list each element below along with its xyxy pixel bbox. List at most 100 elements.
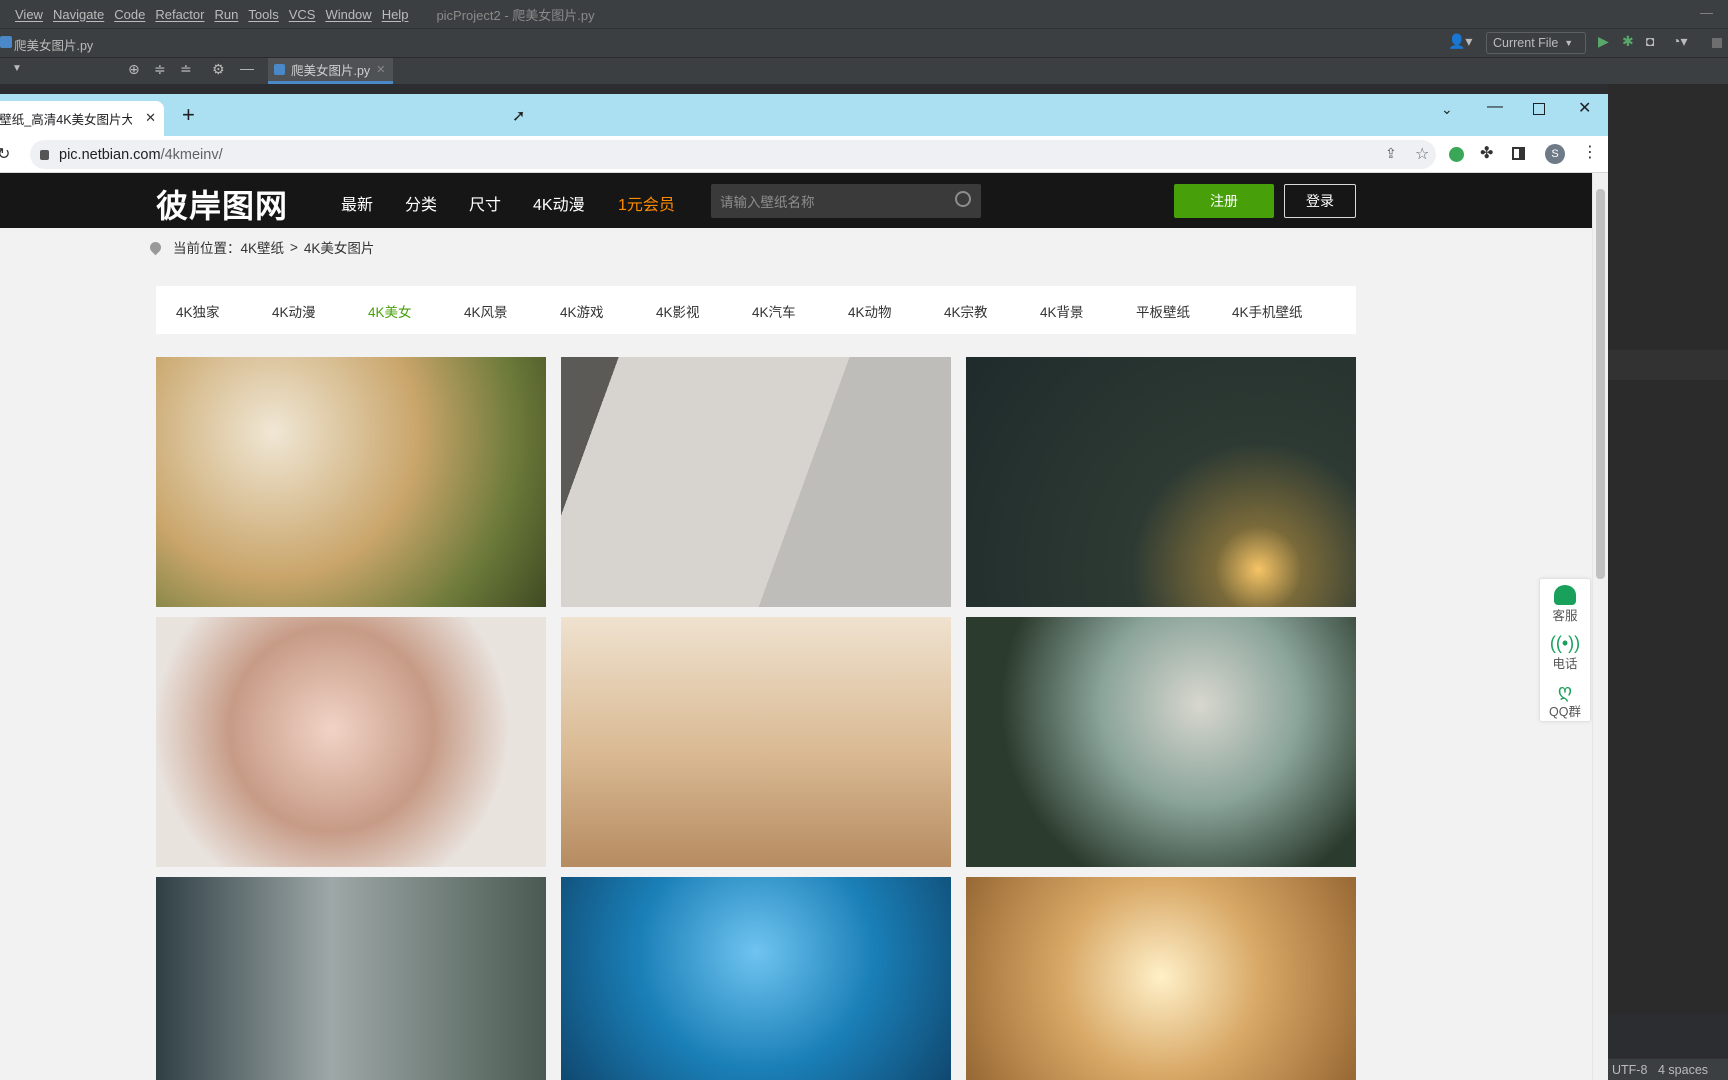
category-item-active[interactable]: 4K美女 (368, 301, 412, 321)
search-icon[interactable] (955, 191, 971, 207)
float-item-label: QQ群 (1549, 705, 1581, 719)
menu-run[interactable]: Run (214, 7, 238, 22)
category-item[interactable]: 4K影视 (656, 301, 700, 321)
category-item[interactable]: 平板壁纸 (1136, 301, 1190, 321)
profile-icon[interactable]: ◔▾ (1672, 33, 1687, 50)
run-icon[interactable]: ▶ (1598, 33, 1609, 50)
browser-tab[interactable]: 4K壁纸_高清4K美女图片大全 ✕ (0, 101, 164, 136)
category-item[interactable]: 4K独家 (176, 301, 220, 321)
run-config-dropdown[interactable]: Current File ▼ (1486, 32, 1586, 54)
wallpaper-thumbnail[interactable] (966, 617, 1356, 867)
python-file-icon (0, 36, 12, 48)
browser-window: 4K壁纸_高清4K美女图片大全 ✕ + ⌄ — ✕ ➚ ↻ pic.netbia… (0, 94, 1608, 1080)
status-indent[interactable]: 4 spaces (1658, 1063, 1708, 1077)
locate-icon[interactable]: ⊕ (128, 61, 140, 78)
search-placeholder: 请输入壁纸名称 (720, 195, 815, 210)
wallpaper-thumbnail[interactable] (561, 617, 951, 867)
search-input[interactable]: 请输入壁纸名称 (711, 184, 981, 218)
extension-green-icon[interactable] (1449, 147, 1464, 162)
wallpaper-thumbnail[interactable] (966, 357, 1356, 607)
collapse-all-icon[interactable]: ≐ (180, 61, 192, 78)
ide-minimize-icon[interactable]: — (1700, 5, 1713, 20)
ide-breadcrumb[interactable]: 爬美女图片.py (14, 35, 93, 54)
chevron-down-icon: ▼ (1564, 38, 1574, 48)
menu-help[interactable]: Help (382, 7, 409, 22)
nav-size[interactable]: 尺寸 (469, 191, 501, 215)
scrollbar-thumb[interactable] (1596, 189, 1605, 579)
editor-highlight-band (1608, 350, 1728, 380)
breadcrumb-separator: > (290, 239, 298, 255)
menu-navigate[interactable]: Navigate (53, 7, 104, 22)
category-item[interactable]: 4K手机壁纸 (1232, 301, 1303, 321)
menu-tools[interactable]: Tools (248, 7, 278, 22)
nav-category[interactable]: 分类 (405, 191, 437, 215)
menu-window[interactable]: Window (325, 7, 371, 22)
ide-editor-tab[interactable]: 爬美女图片.py ✕ (268, 58, 394, 84)
extensions-puzzle-icon[interactable]: ✤ (1480, 143, 1493, 163)
location-pin-icon (147, 239, 164, 255)
debug-icon[interactable]: ✱ (1622, 33, 1634, 50)
bookmark-star-icon[interactable]: ☆ (1415, 144, 1429, 164)
category-item[interactable]: 4K风景 (464, 301, 508, 321)
window-minimize-icon[interactable]: — (1487, 98, 1503, 116)
browser-menu-icon[interactable]: ⋮ (1582, 142, 1598, 162)
breadcrumb-current[interactable]: 4K美女图片 (304, 237, 375, 257)
category-item[interactable]: 4K背景 (1040, 301, 1084, 321)
ide-menubar: View Navigate Code Refactor Run Tools VC… (0, 0, 1728, 28)
browser-addressbar: ↻ pic.netbian.com /4kmeinv/ ⇪ ☆ ✤ S ⋮ (0, 136, 1608, 173)
browser-tab-title: 4K壁纸_高清4K美女图片大全 (0, 113, 132, 127)
window-maximize-icon[interactable] (1533, 103, 1545, 115)
wallpaper-thumbnail[interactable] (156, 877, 546, 1080)
project-dropdown-icon[interactable]: ▼ (12, 63, 22, 74)
stop-icon[interactable] (1712, 38, 1722, 48)
menu-vcs[interactable]: VCS (289, 7, 316, 22)
category-item[interactable]: 4K宗教 (944, 301, 988, 321)
site-logo[interactable]: 彼岸图网 (156, 181, 288, 227)
nav-4k-anime[interactable]: 4K动漫 (533, 191, 585, 215)
mouse-cursor-icon: ➚ (512, 108, 526, 125)
gear-icon[interactable]: ⚙ (212, 61, 225, 78)
login-button[interactable]: 登录 (1284, 184, 1356, 218)
tab-search-icon[interactable]: ⌄ (1441, 101, 1453, 118)
customer-service-item[interactable]: 客服 (1540, 585, 1590, 624)
breadcrumb-link-4k[interactable]: 4K壁纸 (241, 237, 285, 257)
nav-latest[interactable]: 最新 (341, 191, 373, 215)
expand-all-icon[interactable]: ≑ (154, 61, 166, 78)
nav-vip[interactable]: 1元会员 (618, 191, 675, 215)
hide-icon[interactable]: — (240, 60, 254, 76)
wallpaper-thumbnail[interactable] (561, 357, 951, 607)
category-item[interactable]: 4K汽车 (752, 301, 796, 321)
menu-view[interactable]: View (15, 7, 43, 22)
coverage-icon[interactable]: ◘ (1646, 33, 1654, 49)
customer-service-icon (1554, 585, 1576, 605)
float-item-label: 客服 (1552, 609, 1578, 623)
side-panel-icon[interactable] (1512, 147, 1525, 160)
user-icon[interactable]: 👤▾ (1448, 33, 1472, 50)
close-icon[interactable]: ✕ (145, 110, 156, 126)
wallpaper-thumbnail[interactable] (561, 877, 951, 1080)
menu-code[interactable]: Code (114, 7, 145, 22)
window-close-icon[interactable]: ✕ (1578, 98, 1591, 118)
wallpaper-thumbnail[interactable] (966, 877, 1356, 1080)
url-path: /4kmeinv/ (160, 146, 223, 163)
wallpaper-thumbnail[interactable] (156, 617, 546, 867)
category-item[interactable]: 4K动漫 (272, 301, 316, 321)
url-omnibox[interactable]: pic.netbian.com /4kmeinv/ ⇪ ☆ (30, 140, 1436, 169)
category-item[interactable]: 4K游戏 (560, 301, 604, 321)
wallpaper-thumbnail[interactable] (156, 357, 546, 607)
run-config-label: Current File (1493, 36, 1559, 50)
qq-group-item[interactable]: ღ QQ群 (1540, 681, 1590, 720)
phone-item[interactable]: ((•)) 电话 (1540, 633, 1590, 672)
profile-avatar[interactable]: S (1545, 144, 1565, 164)
share-icon[interactable]: ⇪ (1385, 145, 1397, 162)
close-icon[interactable]: ✕ (376, 63, 385, 76)
page-scrollbar[interactable] (1592, 173, 1608, 1080)
category-item[interactable]: 4K动物 (848, 301, 892, 321)
menu-refactor[interactable]: Refactor (155, 7, 204, 22)
status-encoding[interactable]: UTF-8 (1612, 1063, 1647, 1077)
qq-group-icon: ღ (1557, 681, 1573, 701)
reload-icon[interactable]: ↻ (0, 144, 10, 164)
lock-icon (40, 149, 49, 160)
register-button[interactable]: 注册 (1174, 184, 1274, 218)
new-tab-icon[interactable]: + (182, 102, 195, 128)
